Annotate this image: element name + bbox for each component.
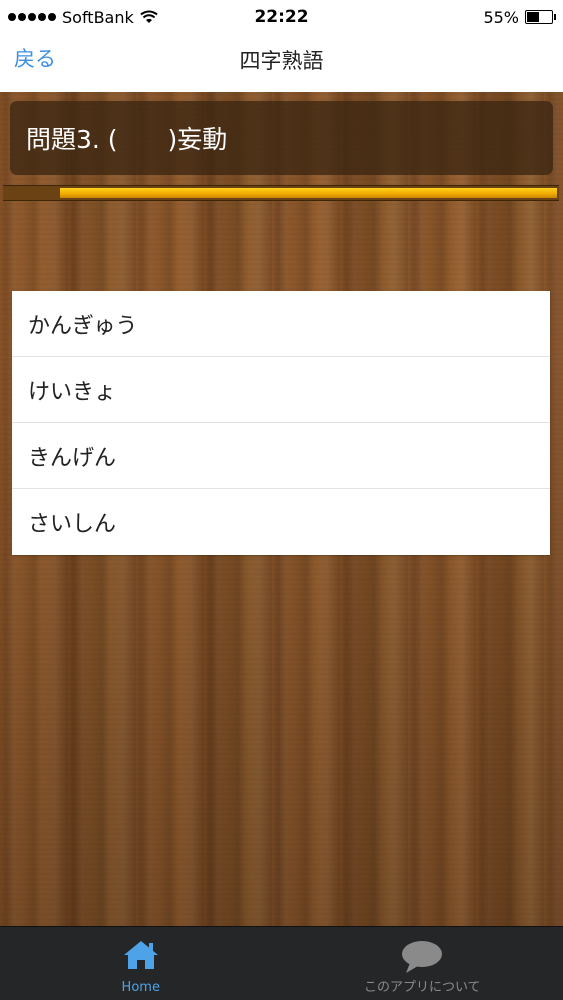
- navigation-bar: 戻る 四字熟語: [0, 34, 563, 93]
- progress-bar: [3, 185, 559, 201]
- tab-about-label: このアプリについて: [363, 980, 481, 995]
- speech-bubble-icon: [402, 941, 443, 973]
- answer-option-4[interactable]: さいしん: [12, 489, 550, 555]
- question-text: 問題3. ( )妄動: [26, 125, 228, 154]
- answer-option-3[interactable]: きんげん: [12, 423, 550, 489]
- answer-option-2[interactable]: けいきょ: [12, 357, 550, 423]
- battery-icon: [525, 10, 556, 24]
- tab-bar: Home このアプリについて: [0, 926, 563, 1000]
- home-icon: [123, 941, 158, 969]
- status-time: 22:22: [254, 7, 309, 27]
- battery-fill: [527, 12, 539, 22]
- tab-about[interactable]: このアプリについて: [282, 927, 563, 1000]
- answer-list: かんぎゅう けいきょ きんげん さいしん: [12, 291, 550, 555]
- progress-fill: [60, 188, 557, 198]
- battery-percent: 55%: [483, 7, 519, 27]
- question-box: 問題3. ( )妄動: [10, 101, 553, 175]
- answer-option-1[interactable]: かんぎゅう: [12, 291, 550, 357]
- page-title: 四字熟語: [239, 49, 324, 73]
- app-screen: SoftBank 22:22 55% 戻る 四字熟語 問題3. ( )妄動 かん…: [0, 0, 563, 1000]
- tab-home-label: Home: [121, 980, 160, 995]
- status-bar: SoftBank 22:22 55%: [0, 0, 563, 34]
- tab-home[interactable]: Home: [0, 927, 282, 1000]
- status-right: 55%: [483, 0, 556, 34]
